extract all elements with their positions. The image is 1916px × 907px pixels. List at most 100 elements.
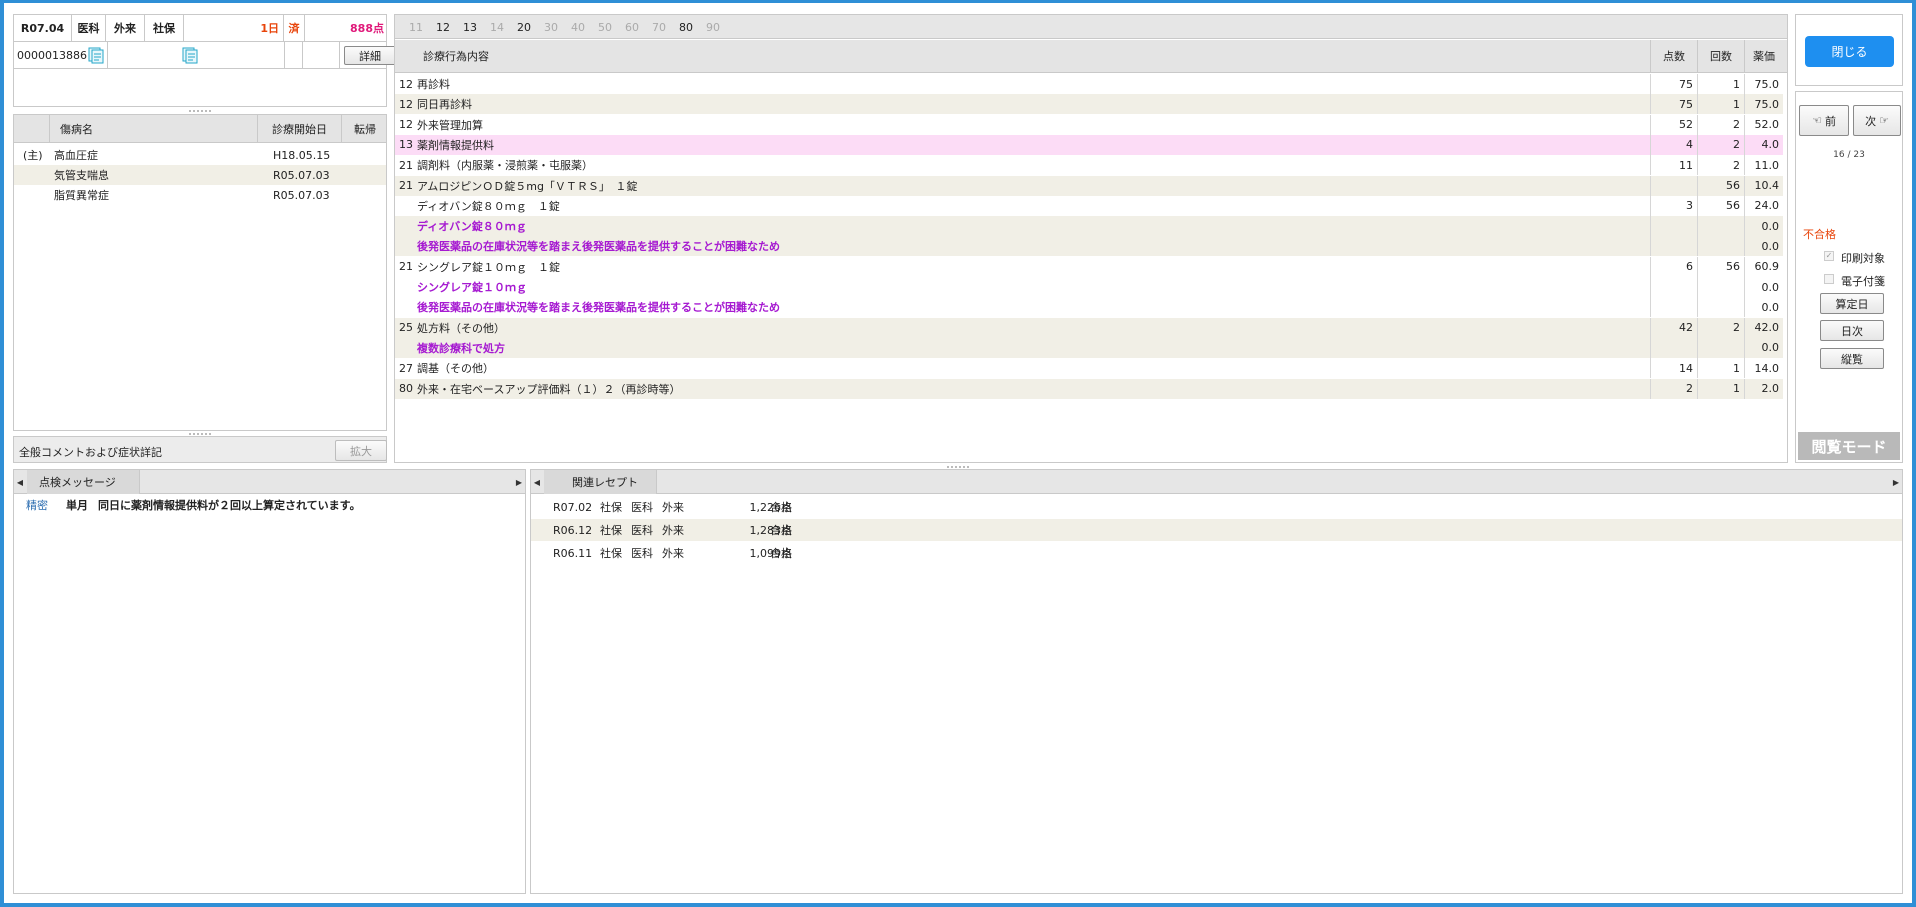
related-result: 合格 [770,501,792,514]
month-label: R07.04 [14,15,72,41]
treatment-code: 27 [399,361,413,375]
filter-tab-11[interactable]: 11 [409,21,423,34]
treatment-code: 25 [399,321,413,335]
comment-label: 全般コメントおよび症状詳記 [19,446,162,459]
table-row[interactable]: ディオバン錠８０ｍｇ １錠 3 56 24.0 [395,195,1783,216]
treatment-price: 24.0 [1744,195,1783,216]
document-icon[interactable] [88,47,105,64]
patient-id-text: 0000013886 [17,48,87,62]
column-header-count[interactable]: 回数 [1697,40,1744,72]
disease-date: R05.07.03 [273,188,330,202]
splitter-handle[interactable] [189,110,211,112]
table-row[interactable]: 27 調基（その他） 14 1 14.0 [395,358,1783,379]
treatment-name: 再診料 [417,78,450,91]
vertical-button[interactable]: 縦覧 [1820,348,1884,369]
table-row[interactable]: 13 薬剤情報提供料 4 2 4.0 [395,134,1783,155]
next-button[interactable]: 次 ☞ [1853,105,1901,136]
related-row[interactable]: R06.11 社保 医科 外来 1,099点 合格 [531,542,1902,564]
treatment-count: 1 [1697,74,1744,94]
splitter-handle[interactable] [189,433,211,435]
filter-tab-60[interactable]: 60 [625,21,639,34]
table-row[interactable]: 21 アムロジピンＯＤ錠５mg「ＶＴＲＳ」 １錠 56 10.4 [395,175,1783,196]
message-tab-bar: ◀ 点検メッセージ ▶ [14,470,525,494]
filter-tab-12[interactable]: 12 [436,21,450,34]
prev-hand-icon: ☜ [1812,114,1822,127]
table-row[interactable]: 気管支喘息 R05.07.03 [14,165,386,185]
treatment-name: 調基（その他） [417,362,494,376]
related-month: R06.11 [553,546,593,560]
column-header-start-date[interactable]: 診療開始日 [258,115,342,142]
treatment-name: 複数診療科で処方 [417,341,505,355]
column-header-disease[interactable]: 傷病名 [50,115,258,142]
related-category: 医科 [631,524,653,537]
table-row[interactable]: シングレア錠１０ｍｇ 0.0 [395,277,1783,297]
calc-date-button[interactable]: 算定日 [1820,293,1884,314]
related-row[interactable]: R06.12 社保 医科 外来 1,283点 合格 [531,519,1902,541]
table-row[interactable]: 後発医薬品の在庫状況等を踏まえ後発医薬品を提供することが困難なため 0.0 [395,236,1783,257]
close-button[interactable]: 閉じる [1805,36,1894,67]
message-row[interactable]: 精密 単月 同日に薬剤情報提供料が２回以上算定されています。 [14,496,525,514]
mark-column-header [14,115,50,142]
table-row[interactable]: 複数診療科で処方 0.0 [395,337,1783,358]
column-header-outcome[interactable]: 転帰 [342,115,388,142]
daily-button[interactable]: 日次 [1820,320,1884,341]
treatment-points: 2 [1650,378,1697,399]
table-row[interactable]: 21 シングレア錠１０ｍｇ １錠 6 56 60.9 [395,256,1783,277]
filter-tab-14[interactable]: 14 [490,21,504,34]
filter-tab-40[interactable]: 40 [571,21,585,34]
filter-tab-13[interactable]: 13 [463,21,477,34]
page-counter: 16 / 23 [1833,150,1865,160]
treatment-name: ディオバン錠８０ｍｇ [417,220,527,234]
table-row[interactable]: 21 調剤料（内服薬・浸煎薬・屯服薬） 11 2 11.0 [395,155,1783,176]
column-header-price[interactable]: 薬価 [1744,40,1783,72]
prev-button[interactable]: ☜ 前 [1799,105,1849,136]
print-target-checkbox[interactable]: ✓ [1824,251,1834,261]
treatment-points: 52 [1650,114,1697,135]
tab-related-receipts[interactable]: 関連レセプト [544,470,657,494]
filter-tab-90[interactable]: 90 [706,21,720,34]
related-category: 医科 [631,501,653,514]
filter-tab-20[interactable]: 20 [517,21,531,34]
treatment-name: 同日再診料 [417,98,472,112]
electronic-attach-checkbox[interactable] [1824,274,1834,284]
table-row[interactable]: 12 再診料 75 1 75.0 [395,74,1783,94]
treatment-count: 56 [1697,175,1744,196]
table-row[interactable]: (主) 高血圧症 H18.05.15 [14,145,386,165]
filter-tab-50[interactable]: 50 [598,21,612,34]
document-icon-2[interactable] [182,47,199,64]
expand-button[interactable]: 拡大 [335,440,387,461]
treatment-points: 4 [1650,134,1697,155]
table-row[interactable]: 後発医薬品の在庫状況等を踏まえ後発医薬品を提供することが困難なため 0.0 [395,297,1783,318]
filter-tab-70[interactable]: 70 [652,21,666,34]
related-row[interactable]: R07.02 社保 医科 外来 1,226点 合格 [531,496,1902,518]
insurance-label: 社保 [145,15,184,41]
table-row[interactable]: 80 外来・在宅ベースアップ評価料（１）２（再診時等） 2 1 2.0 [395,378,1783,399]
treatment-price: 10.4 [1744,175,1783,196]
treatment-price: 52.0 [1744,114,1783,135]
treatment-count [1697,337,1744,358]
message-scope: 単月 [66,499,88,512]
treatment-price: 0.0 [1744,277,1783,297]
tab-scroll-left-icon[interactable]: ◀ [531,470,543,494]
tab-scroll-left-icon[interactable]: ◀ [14,470,26,494]
splitter-handle[interactable] [947,466,969,468]
prev-label: 前 [1824,114,1836,128]
filter-tab-80[interactable]: 80 [679,21,693,34]
tab-scroll-right-icon[interactable]: ▶ [1890,470,1902,494]
disease-name: 脂質異常症 [54,189,109,202]
table-row[interactable]: 25 処方料（その他） 42 2 42.0 [395,317,1783,338]
table-row[interactable]: 12 外来管理加算 52 2 52.0 [395,114,1783,135]
column-header-points[interactable]: 点数 [1650,40,1697,72]
disease-date: R05.07.03 [273,168,330,182]
table-row[interactable]: ディオバン錠８０ｍｇ 0.0 [395,216,1783,237]
table-row[interactable]: 脂質異常症 R05.07.03 [14,185,386,205]
detail-button[interactable]: 詳細 [344,46,396,65]
filter-tab-30[interactable]: 30 [544,21,558,34]
table-row[interactable]: 12 同日再診料 75 1 75.0 [395,94,1783,115]
tab-check-messages[interactable]: 点検メッセージ [27,470,140,494]
treatment-rows: 12 再診料 75 1 75.0 12 同日再診料 75 1 75.0 12 外来管理加算 52 2 52.… [395,74,1783,434]
main-disease-mark: (主) [23,149,43,162]
related-month: R07.02 [553,500,593,514]
tab-scroll-right-icon[interactable]: ▶ [513,470,525,494]
column-header-treatment[interactable]: 診療行為内容 [423,40,489,72]
